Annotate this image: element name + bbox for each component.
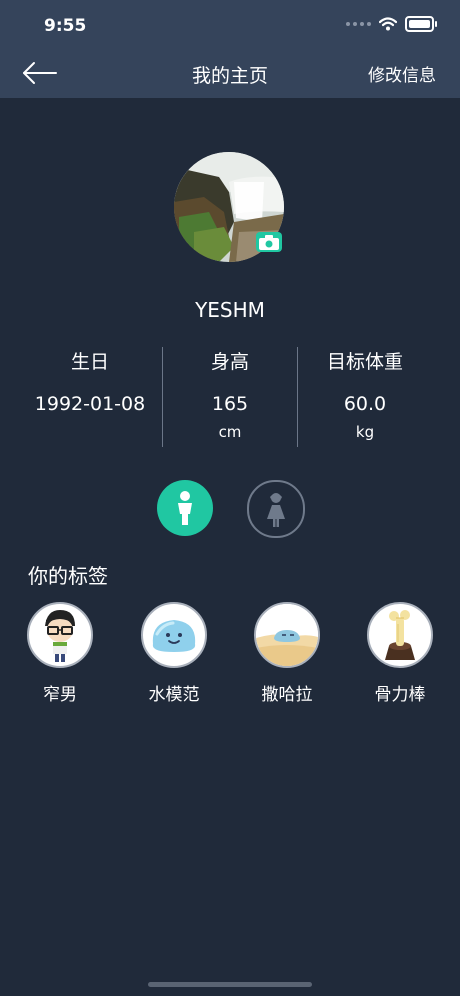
gender-male-button[interactable] <box>157 480 213 536</box>
tag-item[interactable]: 撒哈拉 <box>237 602 337 705</box>
stat-value: 165 <box>211 393 249 415</box>
tag-label: 撒哈拉 <box>261 685 313 705</box>
status-icons <box>346 16 437 32</box>
wifi-icon <box>379 17 397 31</box>
tag-label: 骨力棒 <box>374 685 426 705</box>
desert-icon <box>254 602 320 668</box>
stat-value: 60.0 <box>343 393 387 415</box>
stat-label: 生日 <box>70 351 109 373</box>
camera-icon[interactable] <box>256 232 282 252</box>
avatar-container[interactable] <box>174 152 288 266</box>
profile-stats: 生日 1992-01-08 身高 165 cm 目标体重 60.0 kg <box>20 344 440 448</box>
stat-height: 身高 165 cm <box>160 344 300 441</box>
blue-blob-icon <box>141 602 207 668</box>
male-icon <box>178 491 192 525</box>
tags-heading: 你的标签 <box>28 564 108 588</box>
edit-profile-button[interactable]: 修改信息 <box>368 61 436 86</box>
tag-item[interactable]: 水模范 <box>124 602 224 705</box>
stat-unit: kg <box>355 423 375 441</box>
stat-unit: cm <box>218 423 242 441</box>
stat-birthday: 生日 1992-01-08 <box>20 344 160 415</box>
nerd-boy-icon <box>27 602 93 668</box>
signal-icon <box>346 22 371 26</box>
stat-value: 1992-01-08 <box>34 393 146 415</box>
status-bar: 9:55 <box>0 0 460 48</box>
tag-label: 水模范 <box>148 685 200 705</box>
tag-item[interactable]: 窄男 <box>10 602 110 705</box>
gender-female-button[interactable] <box>247 480 305 538</box>
battery-icon <box>405 16 437 32</box>
home-indicator <box>148 982 312 987</box>
nav-bar: 我的主页 修改信息 <box>0 48 460 98</box>
username: YESHM <box>195 298 265 322</box>
tag-label: 窄男 <box>43 685 77 705</box>
female-icon <box>267 493 285 527</box>
stat-label: 身高 <box>210 351 249 373</box>
status-time: 9:55 <box>44 16 87 36</box>
stat-target-weight: 目标体重 60.0 kg <box>295 344 435 441</box>
bone-trophy-icon <box>367 602 433 668</box>
stat-label: 目标体重 <box>326 351 403 373</box>
tag-item[interactable]: 骨力棒 <box>350 602 450 705</box>
